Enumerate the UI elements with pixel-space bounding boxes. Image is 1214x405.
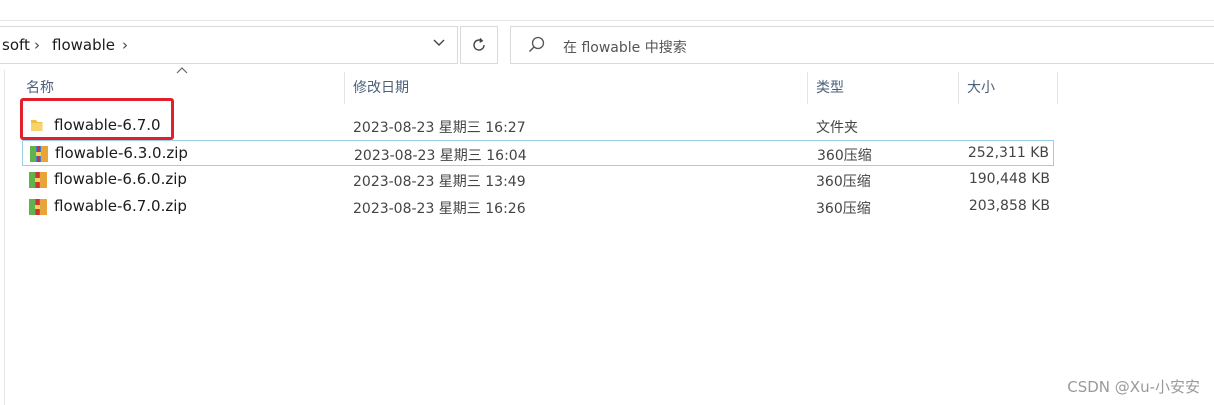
column-header-date[interactable]: 修改日期: [345, 72, 807, 104]
search-box[interactable]: 在 flowable 中搜索: [510, 26, 1214, 64]
watermark: CSDN @Xu-小安安: [1067, 378, 1200, 396]
breadcrumb-flowable[interactable]: flowable: [52, 36, 115, 54]
annotation-highlight-box: [20, 98, 174, 140]
sort-ascending-icon: [176, 66, 188, 77]
file-type: 文件夹: [816, 120, 858, 136]
list-pane-border: [4, 70, 5, 405]
refresh-button[interactable]: [460, 26, 498, 64]
column-header-type-label: 类型: [816, 80, 844, 96]
zip-archive-icon: [28, 198, 48, 220]
file-date: 2023-08-23 星期三 16:04: [354, 148, 527, 164]
file-row[interactable]: flowable-6.7.0.zip 2023-08-23 星期三 16:26 …: [22, 194, 1054, 220]
chevron-down-icon[interactable]: [432, 35, 446, 53]
search-input[interactable]: 在 flowable 中搜索: [563, 37, 687, 57]
zip-archive-icon: [29, 145, 49, 167]
refresh-icon: [473, 38, 485, 51]
file-row[interactable]: flowable-6.6.0.zip 2023-08-23 星期三 13:49 …: [22, 167, 1054, 193]
file-size: 190,448 KB: [968, 171, 1050, 187]
file-name: flowable-6.3.0.zip: [55, 144, 188, 162]
column-header-size[interactable]: 大小: [959, 72, 1057, 104]
file-row[interactable]: flowable-6.3.0.zip 2023-08-23 星期三 16:04 …: [22, 140, 1054, 166]
file-date: 2023-08-23 星期三 13:49: [353, 174, 526, 190]
column-header-size-label: 大小: [967, 80, 995, 96]
file-type: 360压缩: [816, 201, 871, 217]
file-size: 252,311 KB: [967, 145, 1049, 161]
column-divider[interactable]: [1057, 72, 1058, 104]
file-type: 360压缩: [816, 174, 871, 190]
file-row[interactable]: flowable-6.7.0 2023-08-23 星期三 16:27 文件夹: [22, 113, 1054, 139]
address-bar[interactable]: soft › flowable ›: [0, 26, 458, 64]
breadcrumb-separator-icon[interactable]: ›: [122, 36, 128, 54]
column-header-date-label: 修改日期: [353, 80, 409, 96]
file-name: flowable-6.7.0.zip: [54, 197, 187, 215]
column-header-type[interactable]: 类型: [808, 72, 958, 104]
column-header-name-label: 名称: [26, 80, 54, 96]
file-date: 2023-08-23 星期三 16:26: [353, 201, 526, 217]
file-size: 203,858 KB: [968, 198, 1050, 214]
file-type: 360压缩: [817, 148, 872, 164]
file-date: 2023-08-23 星期三 16:27: [353, 120, 526, 136]
file-name: flowable-6.6.0.zip: [54, 170, 187, 188]
search-icon: [527, 35, 547, 59]
zip-archive-icon: [28, 171, 48, 193]
breadcrumb-soft[interactable]: soft: [2, 36, 30, 54]
breadcrumb-separator-icon[interactable]: ›: [34, 36, 40, 54]
window-top-strip: [0, 0, 1214, 21]
